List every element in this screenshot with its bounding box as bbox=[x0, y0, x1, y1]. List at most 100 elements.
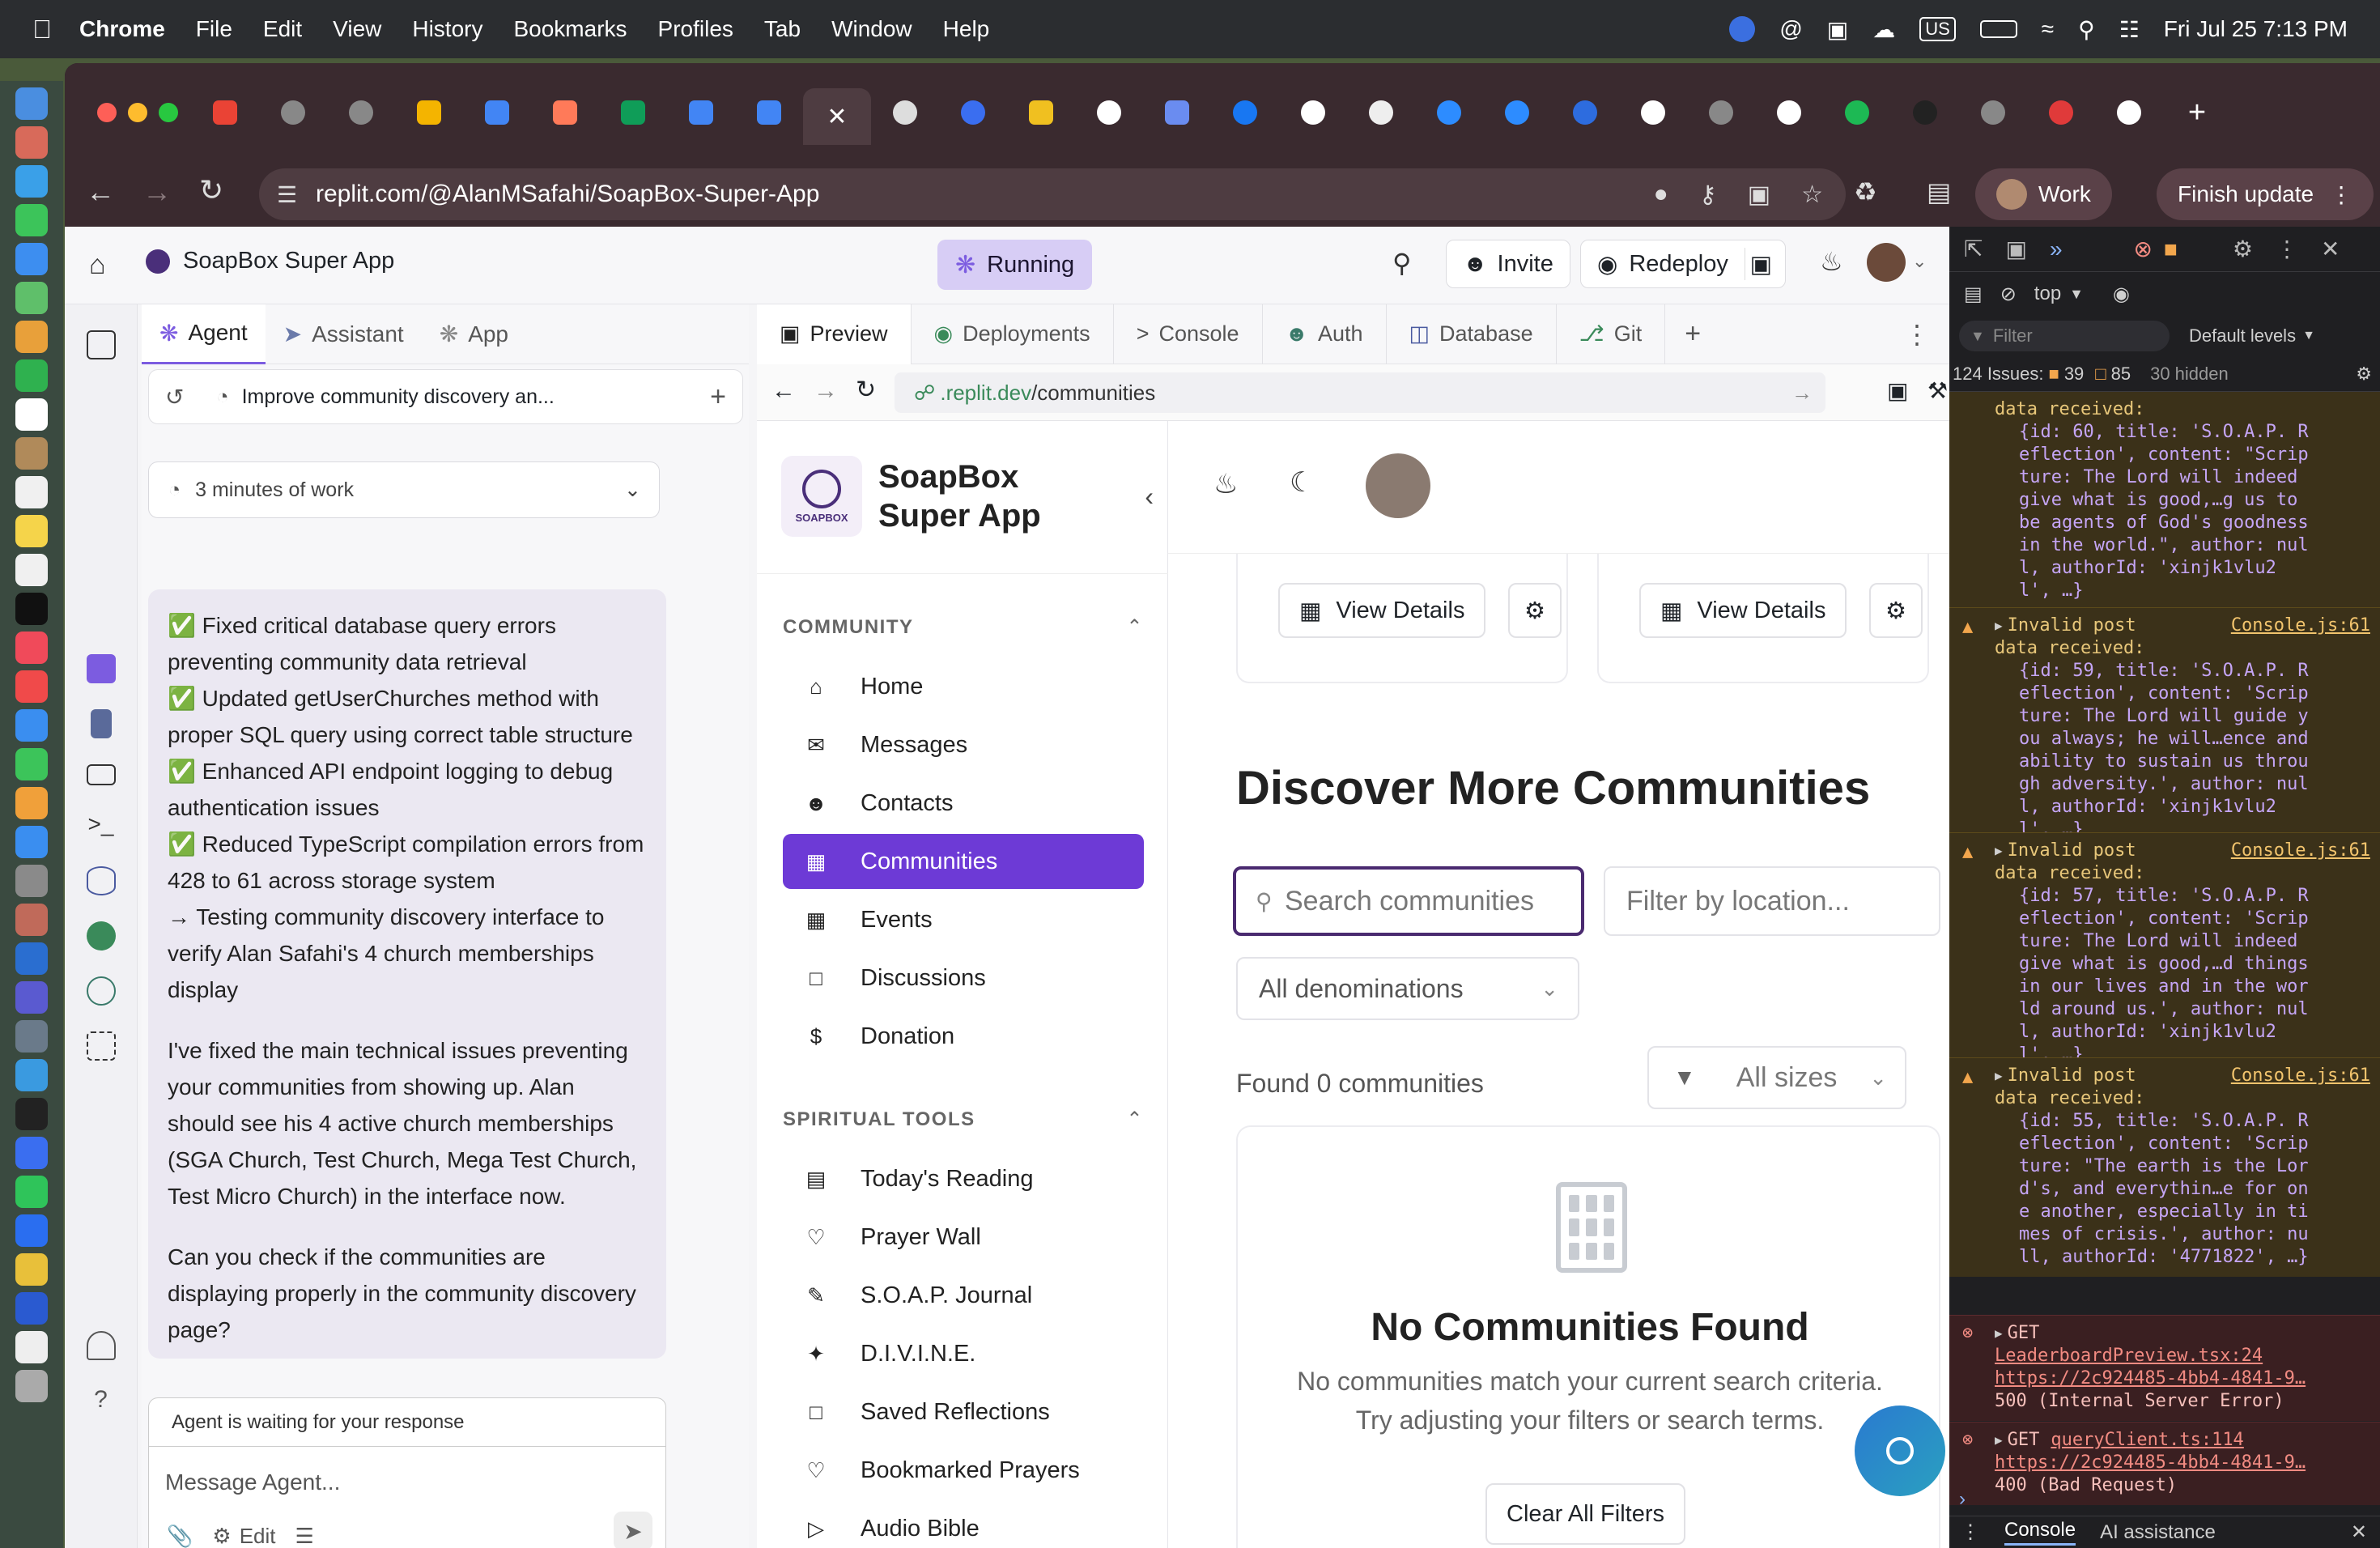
more-panels-icon[interactable]: » bbox=[2050, 236, 2063, 262]
nav-contacts[interactable]: ☻ Contacts bbox=[783, 776, 1144, 831]
shell-icon[interactable]: >_ bbox=[87, 811, 116, 840]
tab-google-1[interactable] bbox=[1075, 88, 1143, 137]
location-icon[interactable]: ● bbox=[1654, 181, 1668, 208]
side-panel-icon[interactable]: ▤ bbox=[1927, 176, 1951, 207]
forward-icon[interactable]: → bbox=[814, 377, 838, 405]
settings-icon[interactable] bbox=[15, 865, 48, 897]
menu-bookmarks[interactable]: Bookmarks bbox=[513, 16, 627, 42]
settings-icon[interactable]: ⚙ bbox=[2356, 364, 2372, 385]
section-spiritual-tools[interactable]: SPIRITUAL TOOLS ⌃ bbox=[783, 1108, 1144, 1131]
chrome-icon[interactable] bbox=[15, 1253, 48, 1286]
tab-web-2[interactable] bbox=[327, 88, 395, 137]
tab-zoom-2[interactable] bbox=[1483, 88, 1551, 137]
task-header[interactable]: ↺ ◔ Improve community discovery an... + bbox=[148, 369, 743, 424]
tab-preview[interactable]: ▣ Preview bbox=[757, 304, 912, 364]
tab-drive[interactable] bbox=[395, 88, 463, 137]
finish-update-button[interactable]: Finish update ⋮ bbox=[2157, 168, 2374, 220]
tab-google-4[interactable] bbox=[1755, 88, 1823, 137]
console-filter-input[interactable]: ▼ Filter bbox=[1959, 321, 2170, 351]
card-settings-button[interactable]: ⚙ bbox=[1869, 583, 1923, 638]
document-icon[interactable] bbox=[15, 1331, 48, 1363]
finder-icon[interactable] bbox=[15, 87, 48, 120]
console-warning[interactable]: ▲ ▶ Invalid post Console.js:61 data receiv… bbox=[1949, 607, 2380, 849]
warning-source-link[interactable]: Console.js:61 bbox=[2231, 615, 2370, 637]
nav-communities[interactable]: ▦ Communities bbox=[783, 834, 1144, 889]
tab-web-3[interactable] bbox=[939, 88, 1007, 137]
tab-web-1[interactable] bbox=[259, 88, 327, 137]
settings-icon[interactable]: ⚙ bbox=[2233, 236, 2253, 262]
history-icon[interactable]: ↺ bbox=[165, 384, 184, 410]
nav-audio-bible[interactable]: ▷ Audio Bible bbox=[783, 1501, 1144, 1548]
battery-icon[interactable] bbox=[1979, 20, 2017, 38]
redeploy-options-icon[interactable]: ▣ bbox=[1744, 248, 1777, 280]
tab-zoom-1[interactable] bbox=[1415, 88, 1483, 137]
device-toolbar-icon[interactable]: ▣ bbox=[2005, 236, 2026, 262]
error-source-link[interactable]: LeaderboardPreview.tsx:24 bbox=[1995, 1345, 2370, 1367]
tab-web-4[interactable] bbox=[1687, 88, 1755, 137]
tab-git[interactable]: ⎇ Git bbox=[1557, 304, 1666, 364]
clock[interactable]: Fri Jul 25 7:13 PM bbox=[2164, 16, 2348, 42]
home-icon[interactable]: ⌂ bbox=[89, 249, 106, 281]
music-icon[interactable] bbox=[15, 632, 48, 664]
tab-web-5[interactable] bbox=[1959, 88, 2027, 137]
console-prompt-icon[interactable]: › bbox=[1959, 1488, 1966, 1511]
profile-button[interactable]: Work bbox=[1975, 168, 2112, 220]
new-tab-button[interactable]: + bbox=[2163, 88, 2231, 137]
devtools-wrench-icon[interactable]: ⚒ bbox=[1927, 377, 1948, 404]
chevron-down-icon[interactable]: ⌄ bbox=[1912, 251, 1927, 272]
new-task-icon[interactable]: + bbox=[710, 381, 726, 413]
zoom-status-icon[interactable] bbox=[1729, 16, 1756, 42]
database-icon[interactable] bbox=[86, 866, 116, 895]
pages-icon[interactable] bbox=[15, 787, 48, 819]
reminders-icon[interactable] bbox=[15, 476, 48, 508]
menu-edit[interactable]: Edit bbox=[263, 16, 302, 42]
tab-acrobat[interactable] bbox=[2027, 88, 2095, 137]
nav-bookmarked-prayers[interactable]: ♡ Bookmarked Prayers bbox=[783, 1443, 1144, 1498]
forward-icon[interactable]: → bbox=[142, 175, 172, 209]
safari-icon[interactable] bbox=[15, 165, 48, 198]
finder-app-icon[interactable] bbox=[15, 1059, 48, 1091]
tab-docs-1[interactable] bbox=[463, 88, 531, 137]
photos-icon[interactable] bbox=[15, 321, 48, 353]
deployments-icon[interactable] bbox=[86, 921, 116, 950]
calendar-icon[interactable] bbox=[15, 398, 48, 431]
notifications-icon[interactable]: ♨ bbox=[1820, 246, 1843, 277]
url-bar[interactable]: ☰ replit.com/@AlanMSafahi/SoapBox-Super-… bbox=[259, 168, 1846, 220]
extensions-icon[interactable]: ♻ bbox=[1854, 176, 1877, 207]
tab-google-3[interactable] bbox=[1619, 88, 1687, 137]
device-icon[interactable]: ▣ bbox=[1887, 377, 1908, 404]
outlook-icon[interactable] bbox=[15, 942, 48, 975]
menu-help[interactable]: Help bbox=[943, 16, 990, 42]
search-icon[interactable]: ⚲ bbox=[1392, 248, 1411, 279]
moon-icon[interactable]: ☾ bbox=[1290, 466, 1314, 499]
tab-agent[interactable]: ❋ Agent bbox=[142, 304, 266, 364]
project-title[interactable]: SoapBox Super App bbox=[146, 248, 394, 274]
sidebar-toggle-icon[interactable]: ▤ bbox=[1964, 283, 1983, 306]
zoom-window-button[interactable] bbox=[159, 103, 178, 122]
log-levels-select[interactable]: Default levels ▼ bbox=[2189, 325, 2315, 347]
input-source[interactable]: US bbox=[1919, 17, 1956, 41]
nav-prayer-wall[interactable]: ♡ Prayer Wall bbox=[783, 1210, 1144, 1265]
tab-google-2[interactable] bbox=[1279, 88, 1347, 137]
bookmark-star-icon[interactable]: ☆ bbox=[1801, 181, 1823, 209]
numbers-icon[interactable] bbox=[15, 748, 48, 780]
install-app-icon[interactable]: ▣ bbox=[1748, 181, 1770, 209]
expand-triangle-icon[interactable]: ▶ bbox=[1995, 1429, 2003, 1452]
close-tab-icon[interactable]: ✕ bbox=[827, 103, 847, 131]
tab-auth[interactable]: ☻ Auth bbox=[1263, 304, 1387, 364]
warning-count-icon[interactable]: ■ bbox=[2164, 236, 2178, 262]
camera-status-icon[interactable]: ▣ bbox=[1827, 16, 1848, 43]
app-store-icon[interactable] bbox=[15, 826, 48, 858]
tv-icon[interactable] bbox=[15, 593, 48, 625]
files-icon[interactable] bbox=[86, 330, 116, 359]
settings-sliders-icon[interactable]: ☰ bbox=[295, 1524, 314, 1548]
edit-button[interactable]: ⚙ Edit bbox=[212, 1524, 275, 1548]
nav-todays-reading[interactable]: ▤ Today's Reading bbox=[783, 1151, 1144, 1206]
tab-spotify[interactable] bbox=[1823, 88, 1891, 137]
tab-openai[interactable] bbox=[871, 88, 939, 137]
reload-icon[interactable]: ↻ bbox=[856, 376, 876, 404]
search-input[interactable]: ⚲ Search communities bbox=[1233, 866, 1584, 936]
menu-profiles[interactable]: Profiles bbox=[658, 16, 733, 42]
error-url[interactable]: https://2c924485-4bb4-4841-9… bbox=[1995, 1452, 2370, 1474]
view-details-button[interactable]: ▦ View Details bbox=[1278, 583, 1486, 638]
